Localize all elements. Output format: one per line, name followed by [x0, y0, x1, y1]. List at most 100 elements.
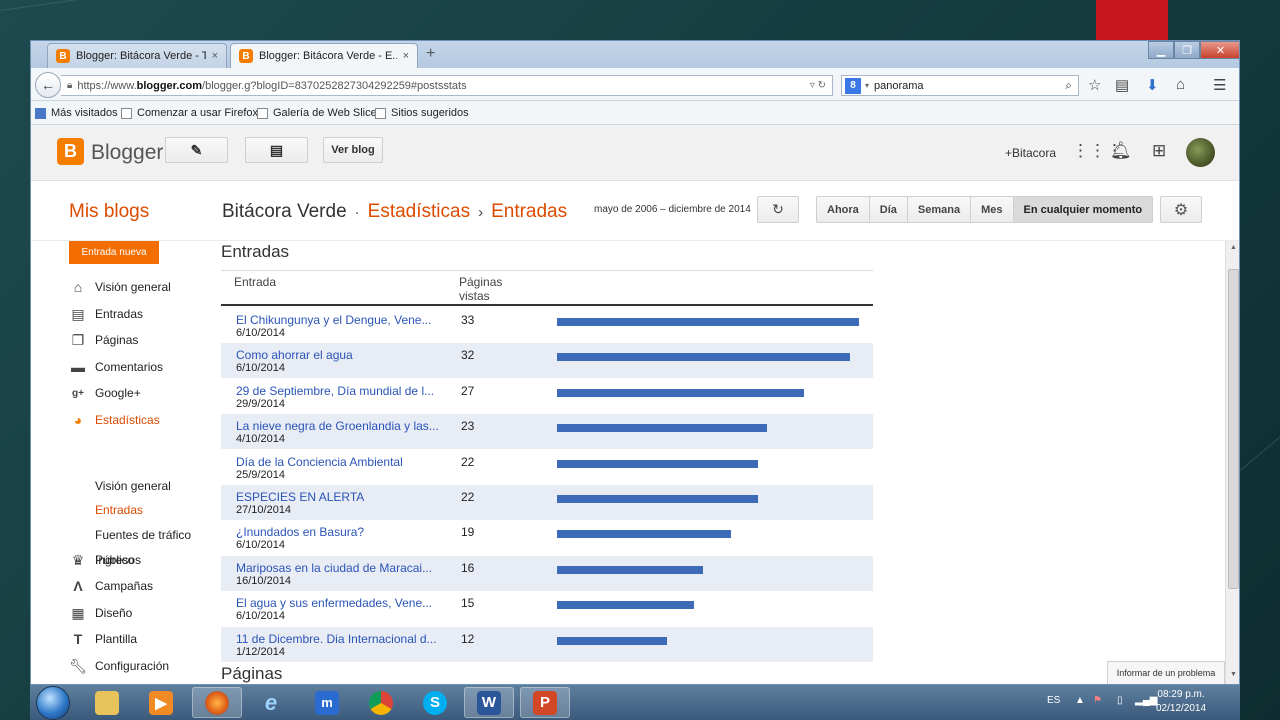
- scroll-down-arrow-icon[interactable]: ▼: [1228, 671, 1239, 678]
- battery-icon[interactable]: ▯: [1117, 695, 1123, 706]
- scrollbar[interactable]: ▲ ▼: [1225, 241, 1239, 684]
- bookmark-web-slice[interactable]: Galería de Web Slice: [257, 107, 377, 119]
- sidebar-sub-posts[interactable]: Entradas: [95, 503, 143, 517]
- pageviews-bar: [557, 565, 703, 574]
- taskbar-firefox[interactable]: [192, 687, 242, 718]
- post-title-link[interactable]: La nieve negra de Groenlandia y las...: [236, 419, 439, 433]
- post-title-link[interactable]: El agua y sus enfermedades, Vene...: [236, 596, 432, 610]
- range-all-time-button[interactable]: En cualquier momento: [1013, 197, 1153, 222]
- new-post-pencil-button[interactable]: ✎: [165, 137, 228, 163]
- bookmark-suggested[interactable]: Sitios sugeridos: [375, 107, 469, 119]
- tab-inactive[interactable]: B Blogger: Bitácora Verde - T... ×: [47, 43, 227, 68]
- blogger-logo-icon[interactable]: B: [57, 138, 84, 165]
- clock-time: 08:29 p.m.: [1157, 689, 1205, 700]
- action-center-flag-icon[interactable]: ⚑: [1093, 695, 1102, 706]
- range-day-button[interactable]: Día: [869, 197, 908, 222]
- pageviews-count: 27: [461, 383, 475, 398]
- sidebar-item-earnings[interactable]: ♛ Ingresos: [69, 550, 141, 570]
- sidebar-item-posts[interactable]: ▤ Entradas: [69, 304, 143, 324]
- share-plus-icon[interactable]: ⊞: [1152, 141, 1166, 161]
- range-now-button[interactable]: Ahora: [817, 197, 870, 222]
- search-icon[interactable]: ⌕: [1065, 78, 1072, 93]
- bookmark-getting-started[interactable]: Comenzar a usar Firefox: [121, 107, 258, 119]
- blogger-brand[interactable]: Blogger: [91, 141, 163, 165]
- sidebar-item-settings[interactable]: 🔧︎ Configuración: [69, 656, 169, 676]
- bookmark-star-icon[interactable]: ☆: [1088, 76, 1101, 94]
- avatar[interactable]: [1186, 138, 1215, 167]
- sidebar-item-comments[interactable]: ▬ Comentarios: [69, 357, 163, 377]
- taskbar-chrome[interactable]: [356, 687, 406, 718]
- posts-list-button[interactable]: ▤: [245, 137, 308, 163]
- bookmark-most-visited[interactable]: Más visitados: [35, 107, 118, 119]
- sidebar-item-stats[interactable]: ◕ Estadísticas: [69, 410, 160, 430]
- menu-icon[interactable]: ☰: [1213, 76, 1226, 94]
- notifications-bell-icon[interactable]: 🔔︎: [1110, 141, 1132, 161]
- taskbar-skype[interactable]: S: [410, 687, 460, 718]
- post-title-link[interactable]: Como ahorrar el agua: [236, 348, 353, 362]
- url-dropdown-reload-icon[interactable]: ▿ ↻: [810, 80, 826, 91]
- scrollbar-thumb[interactable]: [1228, 269, 1239, 589]
- sidebar-sub-overview[interactable]: Visión general: [95, 479, 171, 493]
- comments-icon: ▬: [71, 359, 85, 375]
- sidebar-item-pages[interactable]: ❐ Páginas: [69, 330, 139, 350]
- slide-decor-line: [0, 0, 357, 11]
- taskbar-explorer[interactable]: [82, 687, 132, 718]
- search-engine-icon[interactable]: 8: [845, 77, 861, 94]
- tray-expand-icon[interactable]: ▲: [1075, 695, 1085, 706]
- minimize-button[interactable]: ▁: [1148, 41, 1174, 59]
- sidebar-sub-traffic-sources[interactable]: Fuentes de tráfico: [95, 528, 191, 542]
- taskbar-word[interactable]: W: [464, 687, 514, 718]
- reading-list-icon[interactable]: ▤: [1115, 76, 1129, 94]
- sidebar-item-template[interactable]: T Plantilla: [69, 629, 137, 649]
- breadcrumb-stats-link[interactable]: Estadísticas: [368, 201, 470, 222]
- downloads-icon[interactable]: ⬇: [1146, 76, 1159, 94]
- sidebar-item-google-plus[interactable]: g+ Google+: [69, 383, 141, 403]
- post-title-link[interactable]: Mariposas en la ciudad de Maracai...: [236, 561, 432, 575]
- view-blog-button[interactable]: Ver blog: [323, 137, 383, 163]
- sidebar-item-campaigns[interactable]: Λ Campañas: [69, 576, 153, 596]
- column-header-post: Entrada: [234, 275, 277, 289]
- system-clock[interactable]: 08:29 p.m. 02/12/2014: [1156, 688, 1206, 716]
- settings-button[interactable]: ⚙: [1160, 196, 1202, 223]
- tab-close-icon[interactable]: ×: [212, 50, 218, 62]
- scroll-up-arrow-icon[interactable]: ▲: [1228, 244, 1239, 251]
- taskbar-media-player[interactable]: ▶: [136, 687, 186, 718]
- maximize-button[interactable]: ❐: [1174, 41, 1200, 59]
- url-bar[interactable]: 🔒︎ https://www. blogger.com/blogger.g?blo…: [61, 75, 833, 96]
- start-button[interactable]: [36, 686, 70, 720]
- pageviews-count: 32: [461, 348, 475, 363]
- taskbar-internet-explorer[interactable]: e: [246, 687, 296, 718]
- post-title-link[interactable]: Día de la Conciencia Ambiental: [236, 455, 403, 469]
- range-week-button[interactable]: Semana: [907, 197, 972, 222]
- back-button[interactable]: ←: [35, 72, 61, 98]
- my-blogs-link[interactable]: Mis blogs: [69, 201, 149, 223]
- close-window-button[interactable]: ✕: [1200, 41, 1239, 59]
- post-title-link[interactable]: ¿Inundados en Basura?: [236, 525, 364, 539]
- post-date: 6/10/2014: [236, 362, 285, 375]
- search-bar[interactable]: 8 ▾ panorama ⌕: [841, 75, 1079, 96]
- range-month-button[interactable]: Mes: [971, 197, 1014, 222]
- tab-close-icon[interactable]: ×: [403, 50, 409, 62]
- taskbar-maxthon[interactable]: m: [302, 687, 352, 718]
- network-signal-icon[interactable]: ▂▄▆: [1135, 695, 1157, 706]
- post-title-link[interactable]: 29 de Septiembre, Día mundial de l...: [236, 384, 434, 398]
- home-icon[interactable]: ⌂: [1176, 76, 1185, 93]
- table-row: 29 de Septiembre, Día mundial de l... 29/…: [221, 379, 873, 414]
- new-tab-button[interactable]: +: [426, 45, 435, 63]
- refresh-button[interactable]: ↻: [757, 196, 799, 223]
- sidebar-item-layout[interactable]: ▦ Diseño: [69, 603, 132, 623]
- pageviews-count: 33: [461, 313, 475, 327]
- post-title-link[interactable]: ESPECIES EN ALERTA: [236, 490, 364, 504]
- post-title-link[interactable]: El Chikungunya y el Dengue, Vene...: [236, 313, 431, 327]
- google-plus-profile-link[interactable]: +Bitacora: [1005, 146, 1056, 160]
- language-indicator[interactable]: ES: [1047, 695, 1060, 706]
- post-title-link[interactable]: 11 de Dicembre. Dia Internacional d...: [236, 632, 437, 646]
- new-post-button[interactable]: Entrada nueva: [69, 241, 159, 264]
- tab-active[interactable]: B Blogger: Bitácora Verde - E... ×: [230, 43, 418, 68]
- sidebar-item-overview[interactable]: ⌂ Visión general: [69, 277, 171, 297]
- report-problem-button[interactable]: Informar de un problema: [1107, 661, 1225, 684]
- engine-dropdown-icon[interactable]: ▾: [865, 81, 869, 90]
- taskbar-powerpoint[interactable]: P: [520, 687, 570, 718]
- search-input[interactable]: panorama: [874, 80, 924, 92]
- bookmarks-bar: Más visitados Comenzar a usar Firefox Ga…: [31, 101, 1239, 125]
